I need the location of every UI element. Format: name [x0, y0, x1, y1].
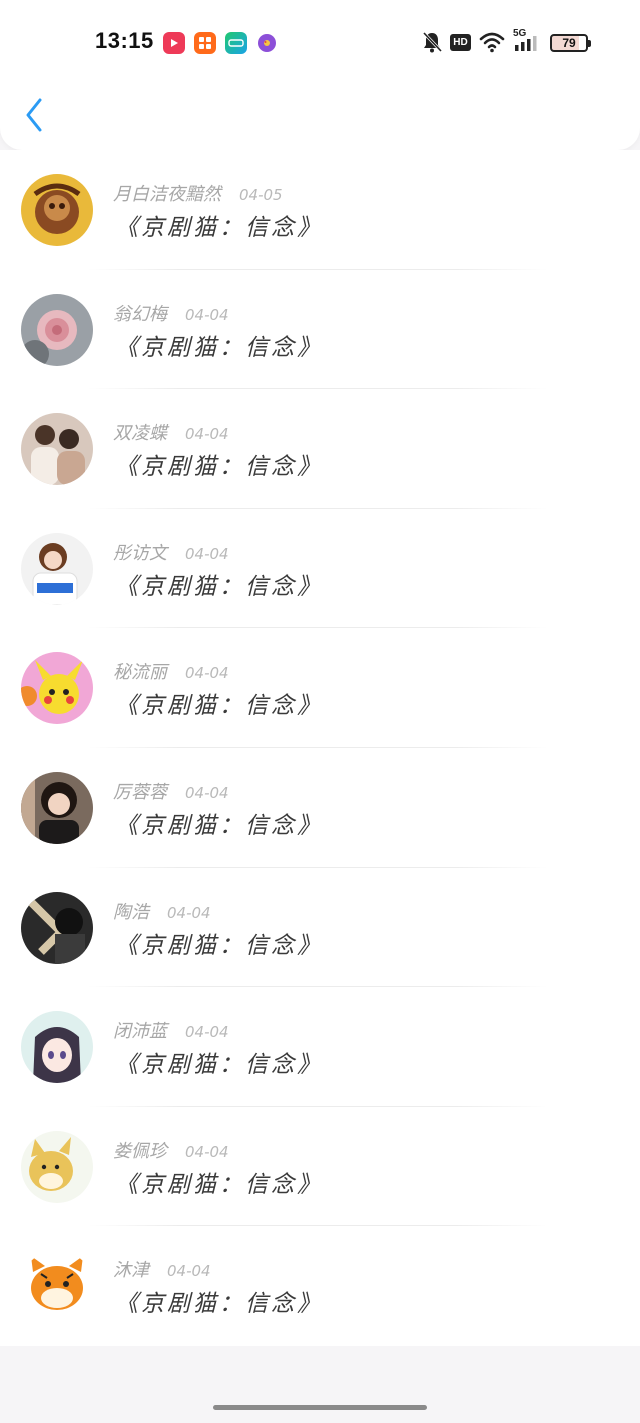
comment-header: 秘流丽 04-04 [113, 658, 229, 684]
comment-date: 04-04 [167, 903, 211, 922]
comment-text: 《京剧猫：信念》 [115, 693, 323, 720]
status-bar: 13:15 HD 5G 79 [0, 24, 640, 64]
video-app-icon [163, 32, 185, 54]
avatar[interactable] [21, 1250, 93, 1323]
comment-header: 娄佩珍 04-04 [113, 1137, 229, 1163]
avatar[interactable] [21, 174, 93, 246]
comment-text: 《京剧猫：信念》 [115, 1171, 323, 1198]
avatar[interactable] [21, 771, 93, 844]
avatar[interactable] [21, 1130, 93, 1203]
list-item[interactable]: 闭沛蓝 04-04 《京剧猫：信念》 [0, 987, 640, 1107]
comment-date: 04-04 [185, 305, 229, 324]
back-button[interactable] [18, 94, 52, 134]
hd-badge: HD [450, 34, 471, 51]
comment-text: 《京剧猫：信念》 [115, 215, 323, 241]
comment-text: 《京剧猫：信念》 [115, 812, 323, 839]
comment-text: 《京剧猫：信念》 [115, 1291, 323, 1318]
comment-date: 04-04 [167, 1262, 211, 1281]
avatar[interactable] [21, 652, 93, 725]
comment-header: 陶浩 04-04 [113, 898, 211, 924]
avatar[interactable] [21, 413, 93, 486]
user-name: 陶浩 [113, 901, 149, 923]
user-name: 沐津 [113, 1260, 149, 1282]
avatar[interactable] [21, 293, 93, 366]
avatar[interactable] [21, 532, 93, 605]
comment-header: 闭沛蓝 04-04 [113, 1017, 229, 1043]
grid-app-icon [194, 32, 216, 54]
top-header: 13:15 HD 5G 79 [0, 0, 640, 150]
list-item[interactable]: 翁幻梅 04-04 《京剧猫：信念》 [0, 270, 640, 390]
list-item[interactable]: 厉蓉蓉 04-04 《京剧猫：信念》 [0, 748, 640, 868]
clock: 13:15 [95, 28, 154, 53]
comment-text: 《京剧猫：信念》 [115, 1052, 323, 1079]
avatar[interactable] [21, 1011, 93, 1084]
list-item[interactable]: 月白洁夜黯然 04-05 《京剧猫：信念》 [0, 150, 640, 270]
comment-header: 厉蓉蓉 04-04 [113, 778, 229, 804]
avatar[interactable] [21, 891, 93, 964]
user-name: 彤访文 [113, 542, 167, 564]
signal-icon [515, 36, 537, 51]
home-indicator[interactable] [213, 1405, 427, 1410]
list-item[interactable]: 陶浩 04-04 《京剧猫：信念》 [0, 868, 640, 988]
user-name: 双凌蝶 [113, 423, 167, 445]
comment-text: 《京剧猫：信念》 [115, 454, 323, 481]
battery-level: 79 [562, 36, 576, 50]
comment-date: 04-04 [185, 425, 229, 444]
comment-header: 彤访文 04-04 [113, 539, 229, 565]
list-item[interactable]: 双凌蝶 04-04 《京剧猫：信念》 [0, 389, 640, 509]
game-app-icon [258, 34, 276, 52]
user-name: 秘流丽 [113, 662, 167, 684]
wifi-icon [479, 32, 505, 53]
comment-date: 04-04 [185, 664, 229, 683]
user-name: 娄佩珍 [113, 1140, 167, 1162]
comment-date: 04-04 [185, 544, 229, 563]
list-item[interactable]: 沐津 04-04 《京剧猫：信念》 [0, 1226, 640, 1346]
comment-list: 月白洁夜黯然 04-05 《京剧猫：信念》 翁幻梅 04-04 《京剧猫：信念》 双… [0, 150, 640, 1346]
chevron-left-icon [26, 98, 42, 132]
comment-text: 《京剧猫：信念》 [115, 573, 323, 600]
iqiyi-app-icon [225, 32, 247, 54]
comment-header: 月白洁夜黯然 04-05 [113, 180, 283, 206]
list-item[interactable]: 彤访文 04-04 《京剧猫：信念》 [0, 509, 640, 629]
battery-indicator: 79 [550, 34, 591, 52]
comment-text: 《京剧猫：信念》 [115, 334, 323, 361]
list-item[interactable]: 秘流丽 04-04 《京剧猫：信念》 [0, 628, 640, 748]
user-name: 闭沛蓝 [113, 1021, 167, 1043]
comment-date: 04-04 [185, 1142, 229, 1161]
user-name: 翁幻梅 [113, 303, 167, 325]
comment-date: 04-05 [239, 186, 283, 204]
comment-header: 翁幻梅 04-04 [113, 300, 229, 326]
comment-header: 双凌蝶 04-04 [113, 419, 229, 445]
comment-date: 04-04 [185, 783, 229, 802]
comment-date: 04-04 [185, 1023, 229, 1042]
comment-text: 《京剧猫：信念》 [115, 932, 323, 959]
user-name: 月白洁夜黯然 [113, 184, 221, 205]
user-name: 厉蓉蓉 [113, 781, 167, 803]
comment-header: 沐津 04-04 [113, 1256, 211, 1282]
mute-bell-icon [422, 31, 443, 53]
list-item[interactable]: 娄佩珍 04-04 《京剧猫：信念》 [0, 1107, 640, 1227]
